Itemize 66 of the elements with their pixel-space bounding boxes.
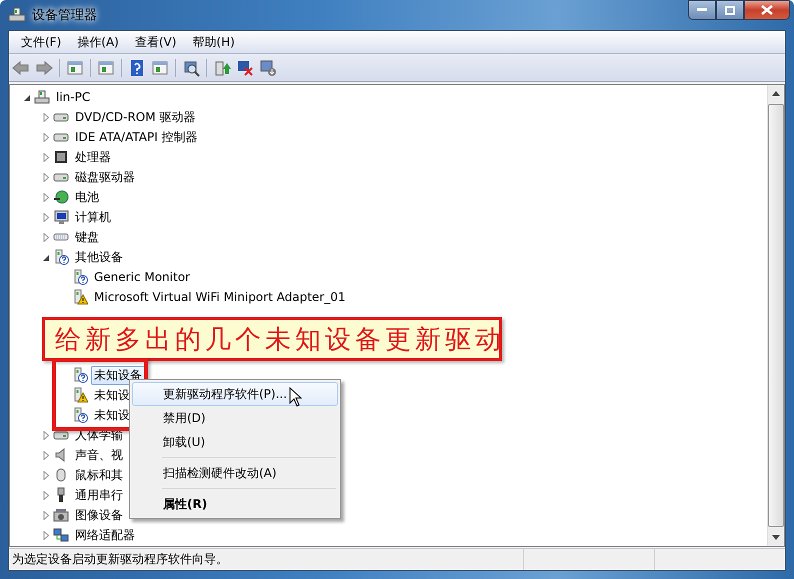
annotation-callout: 给新多出的几个未知设备更新驱动 [42, 317, 502, 361]
expand-arrow-icon[interactable] [42, 470, 50, 480]
help-icon[interactable] [128, 58, 146, 76]
tree-item[interactable]: 通用串行 [72, 486, 126, 504]
forward-arrow-icon[interactable] [35, 58, 53, 76]
minimize-icon [697, 8, 707, 12]
tree-item[interactable]: 图像设备 [72, 506, 126, 524]
tree-item[interactable]: 其他设备 [72, 248, 126, 266]
action-pane-icon[interactable] [151, 58, 169, 76]
window-title: 设备管理器 [32, 7, 97, 24]
tree-item[interactable]: Microsoft Virtual WiFi Miniport Adapter_01 [91, 288, 348, 306]
disable-icon[interactable] [259, 58, 277, 76]
expand-arrow-icon[interactable] [42, 510, 50, 520]
back-arrow-icon[interactable] [12, 58, 30, 76]
menu-item[interactable]: 查看(V) [126, 34, 184, 50]
expand-arrow-icon[interactable] [42, 530, 50, 540]
scroll-up-icon[interactable] [772, 91, 780, 96]
tree-item[interactable]: 鼠标和其 [72, 466, 126, 484]
maximize-button[interactable] [716, 0, 744, 20]
context-menu-item[interactable]: 属性(R) [132, 492, 338, 516]
tree-item[interactable]: 声音、视 [72, 446, 126, 464]
collapse-arrow-icon[interactable] [42, 252, 50, 262]
expand-arrow-icon[interactable] [42, 172, 50, 182]
console-tree-icon[interactable] [66, 58, 84, 76]
tree-item[interactable]: 磁盘驱动器 [72, 168, 138, 186]
expand-arrow-icon[interactable] [42, 132, 50, 142]
device-manager-icon [8, 7, 26, 23]
properties-icon[interactable] [97, 58, 115, 76]
close-button[interactable] [744, 0, 790, 20]
tree-item[interactable]: Generic Monitor [91, 268, 193, 286]
tree-item[interactable]: lin-PC [53, 88, 94, 106]
collapse-arrow-icon[interactable] [24, 92, 30, 102]
tree-item[interactable]: IDE ATA/ATAPI 控制器 [72, 128, 201, 146]
status-text: 为选定设备启动更新驱动程序软件向导。 [11, 551, 229, 568]
tree-item[interactable]: 电池 [72, 188, 102, 206]
expand-arrow-icon[interactable] [42, 152, 50, 162]
update-driver-icon[interactable] [213, 58, 231, 76]
tree-item[interactable]: 键盘 [72, 228, 102, 246]
tree-item[interactable]: 网络适配器 [72, 526, 138, 544]
close-icon [761, 5, 773, 15]
tree-item[interactable]: DVD/CD-ROM 驱动器 [72, 108, 198, 126]
minimize-button[interactable] [688, 0, 716, 20]
menu-item[interactable]: 帮助(H) [184, 34, 243, 50]
expand-arrow-icon[interactable] [42, 112, 50, 122]
context-menu-item[interactable]: 更新驱动程序软件(P)... [132, 382, 338, 406]
maximize-icon [725, 6, 735, 14]
tree-item[interactable]: 处理器 [72, 148, 114, 166]
expand-arrow-icon[interactable] [42, 430, 50, 440]
menu-item[interactable]: 操作(A) [69, 34, 127, 50]
expand-arrow-icon[interactable] [42, 192, 50, 202]
tree-item[interactable]: 计算机 [72, 208, 114, 226]
mouse-cursor-icon [289, 387, 302, 407]
context-menu-item[interactable]: 卸载(U) [132, 430, 338, 454]
tree-item[interactable]: 未知设 [91, 406, 133, 424]
unknown-device-icon [53, 249, 69, 265]
scan-hardware-icon[interactable] [182, 58, 200, 76]
tree-item[interactable]: 未知设 [91, 386, 133, 404]
uninstall-icon[interactable] [236, 58, 254, 76]
context-menu-item[interactable]: 禁用(D) [132, 406, 338, 430]
expand-arrow-icon[interactable] [42, 490, 50, 500]
expand-arrow-icon[interactable] [42, 232, 50, 242]
context-menu-item[interactable]: 扫描检测硬件改动(A) [132, 461, 338, 485]
scroll-down-icon[interactable] [772, 535, 780, 540]
expand-arrow-icon[interactable] [42, 212, 50, 222]
menu-item[interactable]: 文件(F) [13, 34, 70, 50]
expand-arrow-icon[interactable] [42, 450, 50, 460]
